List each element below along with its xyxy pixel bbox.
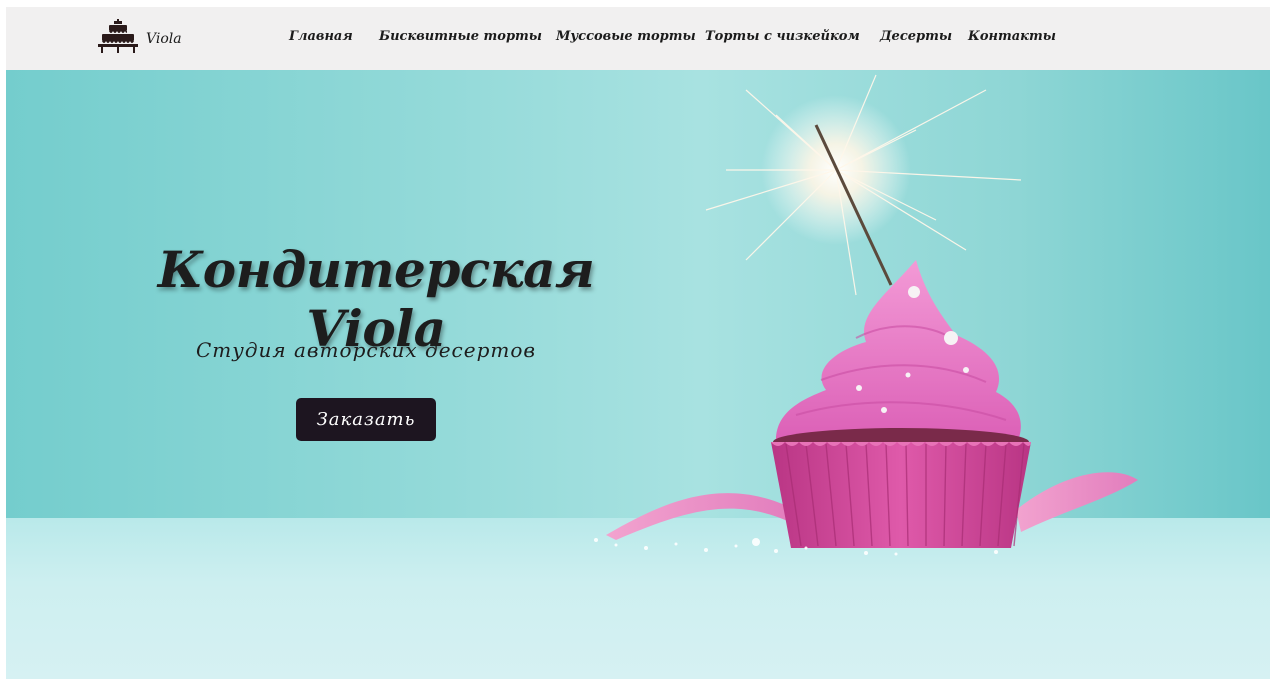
cupcake-illustration xyxy=(594,74,1138,556)
nav-contacts[interactable]: Контакты xyxy=(968,29,1058,44)
nav-mousse-cakes[interactable]: Муссовые торты xyxy=(556,29,705,44)
cake-logo-icon xyxy=(96,19,140,59)
nav-home[interactable]: Главная xyxy=(289,29,379,44)
brand-link[interactable]: Viola xyxy=(96,19,182,59)
hero-banner: Кондитерская Viola Студия авторских десе… xyxy=(6,70,1270,679)
hero-subtitle: Студия авторских десертов xyxy=(195,338,537,362)
order-button[interactable]: Заказать xyxy=(296,398,436,441)
main-nav: Главная Бисквитные торты Муссовые торты … xyxy=(289,29,1058,44)
nav-cheesecake-cakes[interactable]: Торты с чизкейком xyxy=(705,29,880,44)
nav-sponge-cakes[interactable]: Бисквитные торты xyxy=(379,29,556,44)
brand-name: Viola xyxy=(146,31,182,47)
nav-desserts[interactable]: Десерты xyxy=(880,29,968,44)
page-frame: Viola Главная Бисквитные торты Муссовые … xyxy=(6,7,1270,679)
site-header: Viola Главная Бисквитные торты Муссовые … xyxy=(6,7,1270,70)
